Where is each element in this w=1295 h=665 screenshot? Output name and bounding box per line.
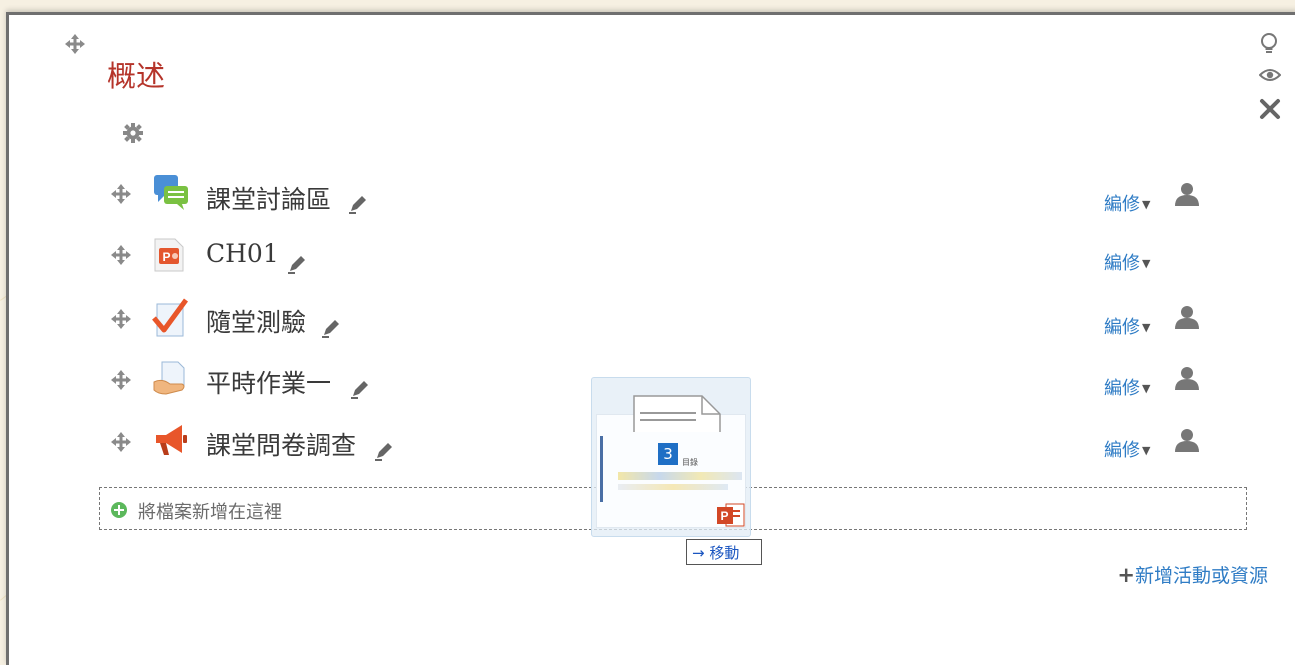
dropzone-label: 將檔案新增在這裡 — [138, 502, 282, 523]
slide-blurred-text — [618, 472, 742, 480]
move-icon[interactable] — [110, 244, 132, 266]
slide-blurred-text — [618, 484, 728, 490]
edit-menu-link[interactable]: 編修 ▼ — [1104, 249, 1150, 275]
move-icon[interactable] — [110, 369, 132, 391]
svg-text:P: P — [721, 509, 729, 523]
assignment-icon[interactable] — [152, 360, 190, 398]
close-icon[interactable] — [1259, 98, 1281, 120]
feedback-megaphone-icon[interactable] — [152, 421, 190, 459]
slide-caption: 目錄 — [682, 458, 698, 467]
quiz-icon[interactable] — [152, 298, 188, 338]
group-mode-user-icon[interactable] — [1175, 366, 1199, 390]
move-icon[interactable] — [110, 308, 132, 330]
edit-title-pencil-icon[interactable] — [320, 317, 342, 339]
document-page-icon — [632, 392, 722, 434]
edit-title-pencil-icon[interactable] — [349, 378, 371, 400]
edit-menu-link[interactable]: 編修 ▼ — [1104, 313, 1150, 339]
add-green-circle-icon — [110, 501, 128, 519]
edit-menu-link[interactable]: 編修 ▼ — [1104, 374, 1150, 400]
edit-menu-link[interactable]: 編修 ▼ — [1104, 436, 1150, 462]
move-icon[interactable] — [110, 431, 132, 453]
activity-name-link[interactable]: 平時作業一 — [206, 364, 331, 400]
slide-edge-bar — [600, 436, 603, 502]
group-mode-user-icon[interactable] — [1175, 182, 1199, 206]
powerpoint-icon[interactable]: P — [152, 237, 186, 273]
move-icon[interactable] — [110, 183, 132, 205]
powerpoint-badge-icon: P — [716, 502, 746, 528]
section-settings-gear-icon[interactable] — [122, 122, 144, 144]
activity-name-link[interactable]: 隨堂測驗 — [206, 303, 306, 339]
plus-icon: + — [1117, 563, 1135, 587]
activity-name-link[interactable]: 課堂討論區 — [206, 180, 331, 216]
edit-menu-link[interactable]: 編修 ▼ — [1104, 190, 1150, 216]
group-mode-user-icon[interactable] — [1175, 305, 1199, 329]
highlight-lightbulb-icon[interactable] — [1259, 32, 1279, 56]
activity-name-link[interactable]: 課堂問卷調查 — [206, 426, 356, 462]
drag-move-tooltip: → 移動 — [686, 539, 762, 565]
add-activity-resource-link[interactable]: +新增活動或資源 — [1117, 561, 1268, 588]
section-title: 概述 — [107, 59, 166, 93]
edit-title-pencil-icon[interactable] — [286, 253, 308, 275]
slide-number-badge: 3 — [658, 443, 678, 465]
dragged-file-preview: 3 目錄 P — [591, 377, 751, 537]
forum-icon[interactable] — [152, 173, 190, 211]
activity-name-link[interactable]: CH01 — [206, 239, 279, 268]
visibility-eye-icon[interactable] — [1259, 67, 1281, 83]
group-mode-user-icon[interactable] — [1175, 428, 1199, 452]
course-section-panel: 概述 課堂討論區 編修 ▼ P CH01 編修 ▼ 隨堂測驗 編修 ▼ 平時作業… — [6, 12, 1295, 665]
edit-title-pencil-icon[interactable] — [373, 440, 395, 462]
edit-title-pencil-icon[interactable] — [347, 193, 369, 215]
svg-text:P: P — [163, 250, 171, 264]
section-move-icon[interactable] — [64, 33, 86, 55]
